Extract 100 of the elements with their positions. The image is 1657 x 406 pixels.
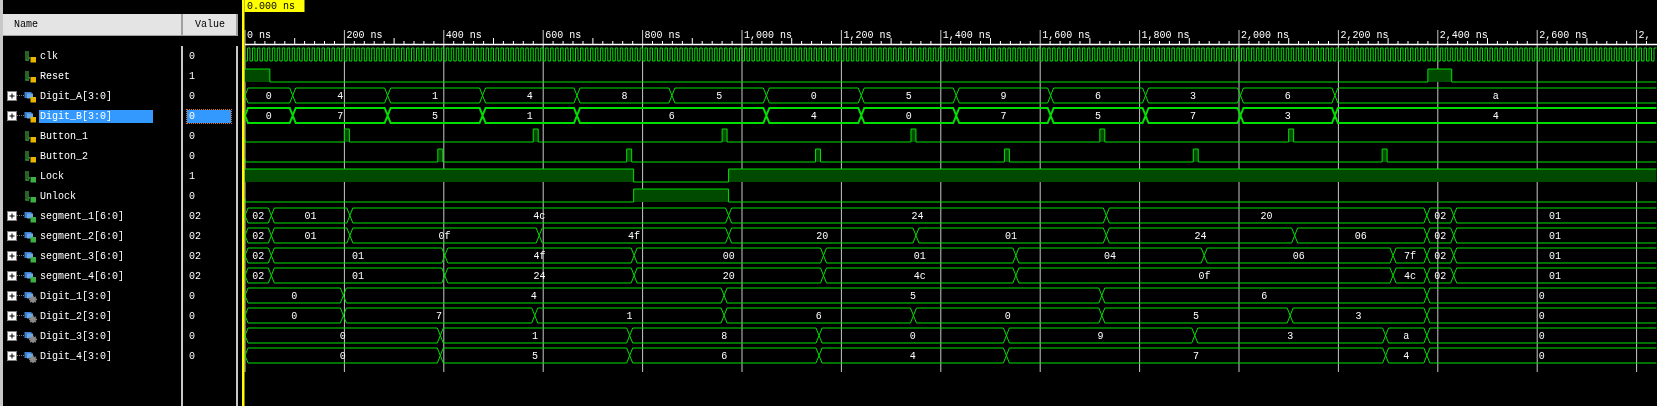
signal-name[interactable]: Digit_1[3:0] — [39, 289, 113, 303]
bus-value: 0 — [291, 311, 298, 322]
bus-value: 4 — [526, 91, 533, 102]
bus-value: 01 — [1549, 211, 1562, 222]
expand-icon[interactable] — [7, 351, 17, 361]
time-label: 1,600 ns — [1042, 30, 1091, 41]
bus-value: 02 — [252, 211, 265, 222]
bus-value: 24 — [533, 271, 546, 282]
bus-value: 0 — [909, 331, 916, 342]
bus-value: 6 — [1261, 291, 1268, 302]
signal-name[interactable]: Digit_2[3:0] — [39, 309, 113, 323]
bus-value: 6 — [1284, 91, 1291, 102]
time-label: 1,400 ns — [942, 30, 991, 41]
bus-value: 24 — [1194, 231, 1207, 242]
signal-name[interactable]: segment_3[6:0] — [39, 249, 125, 263]
expand-icon[interactable] — [7, 91, 17, 101]
bus-value: 0 — [1538, 331, 1545, 342]
bus-value: 0 — [810, 91, 817, 102]
time-label: 2,600 ns — [1539, 30, 1588, 41]
bus-value: 01 — [1549, 251, 1562, 262]
time-label: 200 ns — [346, 30, 383, 41]
signal-value: 02 — [188, 269, 202, 283]
bus-value: 01 — [1005, 231, 1018, 242]
bus-value: 6 — [721, 351, 728, 362]
expand-icon[interactable] — [7, 251, 17, 261]
signal-name[interactable]: clk — [39, 49, 59, 63]
bus-value: 3 — [1287, 331, 1294, 342]
bus-value: 02 — [252, 271, 265, 282]
signal-name[interactable]: segment_1[6:0] — [39, 209, 125, 223]
expand-icon[interactable] — [7, 311, 17, 321]
bus-value: 4c — [1403, 271, 1416, 282]
signal-name[interactable]: Button_2 — [39, 149, 89, 163]
bus-value: 02 — [1434, 271, 1447, 282]
bus-value: 0 — [291, 291, 298, 302]
bus-value: 1 — [526, 111, 533, 122]
bus-value: 1 — [532, 331, 538, 342]
bus-value: 4 — [1403, 351, 1410, 362]
cursor-line[interactable] — [242, 0, 245, 406]
bus-value: 7 — [337, 111, 344, 122]
signal-name[interactable]: Digit_A[3:0] — [39, 89, 113, 103]
column-header[interactable]: Value — [183, 14, 238, 35]
column-header[interactable]: Name — [3, 14, 183, 35]
bus-value: a — [1492, 91, 1499, 102]
bus-value: 06 — [1354, 231, 1367, 242]
signal-value: 0 — [188, 89, 196, 103]
bus-value: 3 — [1355, 311, 1362, 322]
signal-name[interactable]: Lock — [39, 169, 65, 183]
signal-name[interactable]: segment_2[6:0] — [39, 229, 125, 243]
bus-value: 3 — [1284, 111, 1291, 122]
bus-value: 6 — [668, 111, 675, 122]
signal-value: 0 — [188, 49, 196, 63]
bus-value: 5 — [1193, 311, 1199, 322]
bus-value: 02 — [252, 251, 265, 262]
signal-value: 02 — [188, 249, 202, 263]
expand-icon[interactable] — [7, 291, 17, 301]
expand-icon[interactable] — [7, 231, 17, 241]
bus-value: 0 — [1538, 351, 1545, 362]
signal-value: 0 — [187, 109, 231, 123]
bus-value: 5 — [909, 291, 916, 302]
signal-name[interactable]: segment_4[6:0] — [39, 269, 125, 283]
time-label: 400 ns — [445, 30, 482, 41]
signal-value: 1 — [188, 169, 196, 183]
expand-icon[interactable] — [7, 111, 17, 121]
bus-value: 20 — [1260, 211, 1273, 222]
bus-value: 0 — [905, 111, 912, 122]
signal-name[interactable]: Digit_4[3:0] — [39, 349, 113, 363]
expand-icon[interactable] — [7, 331, 17, 341]
time-label: 800 ns — [644, 30, 681, 41]
signal-name[interactable]: Reset — [39, 69, 71, 83]
bus-value: 4 — [1492, 111, 1499, 122]
bus-value: 4c — [913, 271, 926, 282]
expand-icon[interactable] — [7, 271, 17, 281]
signal-value: 02 — [188, 209, 202, 223]
bus-value: 4f — [627, 231, 640, 242]
bus-value: 02 — [1434, 231, 1447, 242]
expand-icon[interactable] — [7, 211, 17, 221]
bus-value: 4f — [533, 251, 546, 262]
bus-value: 7 — [1193, 351, 1199, 362]
signal-name[interactable]: Digit_3[3:0] — [39, 329, 113, 343]
bus-value: 02 — [1434, 251, 1447, 262]
signal-name[interactable]: Unlock — [39, 189, 77, 203]
bus-value: 7f — [1403, 251, 1416, 262]
time-label: 2,000 ns — [1241, 30, 1289, 41]
bus-value: 01 — [352, 251, 365, 262]
time-label: 2, — [1638, 30, 1651, 41]
bus-value: 6 — [815, 311, 822, 322]
bus-value: 7 — [1190, 111, 1197, 122]
bus-value: 02 — [1434, 211, 1447, 222]
bus-value: 04 — [1104, 251, 1117, 262]
signal-value: 1 — [188, 69, 196, 83]
bus-value: 5 — [532, 351, 538, 362]
cursor-label: 0.000 ns — [244, 0, 305, 12]
bus-value: 4c — [533, 211, 546, 222]
bus-value: 9 — [1000, 91, 1007, 102]
bus-value: 01 — [352, 271, 365, 282]
bus-value: 20 — [816, 231, 829, 242]
signal-name[interactable]: Button_1 — [39, 129, 89, 143]
bus-value: 8 — [621, 91, 628, 102]
bus-value: 7 — [436, 311, 443, 322]
bus-value: 4 — [530, 291, 537, 302]
